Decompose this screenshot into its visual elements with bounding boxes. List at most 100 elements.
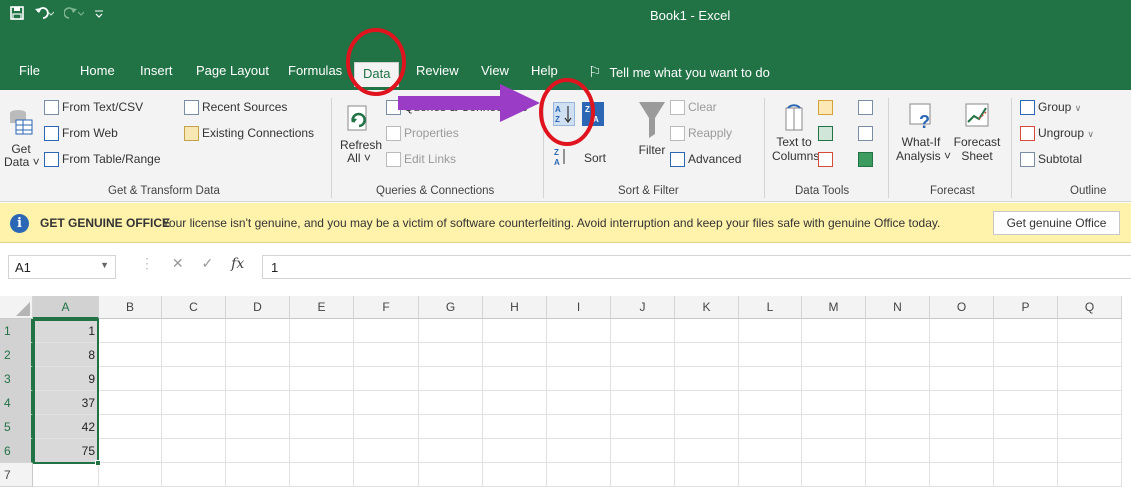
cell[interactable] [226,463,290,487]
cell[interactable] [226,343,290,367]
what-if-analysis-button[interactable]: ? What-If Analysis ˅ [896,100,951,163]
sort-z-to-a-button[interactable]: ZA [582,102,604,126]
chevron-down-icon[interactable]: ▼ [100,260,109,270]
cell[interactable] [739,439,802,463]
cell[interactable] [162,439,226,463]
clear-button[interactable]: Clear [670,100,717,116]
cell[interactable] [739,319,802,343]
ungroup-button[interactable]: Ungroup ∨ [1020,126,1094,142]
cell[interactable] [930,415,994,439]
row-header[interactable]: 3 [0,367,33,391]
cell[interactable] [802,319,866,343]
cell[interactable] [99,415,162,439]
cell[interactable] [739,463,802,487]
cell[interactable] [99,463,162,487]
cell[interactable] [226,391,290,415]
cell[interactable] [419,415,483,439]
cell[interactable] [675,367,739,391]
row-header[interactable]: 5 [0,415,33,439]
tell-me-search[interactable]: ⚐ Tell me what you want to do [588,63,770,81]
cell-a-value[interactable]: 8 [33,343,99,367]
row-header[interactable]: 2 [0,343,33,367]
cell[interactable] [162,415,226,439]
tab-data[interactable]: Data [354,62,400,87]
cell[interactable] [547,439,611,463]
cell[interactable] [994,367,1058,391]
cell[interactable] [675,463,739,487]
existing-connections-button[interactable]: Existing Connections [184,126,314,142]
cell[interactable] [290,343,354,367]
cell[interactable] [675,319,739,343]
data-validation-button[interactable] [818,152,836,168]
cell[interactable] [162,391,226,415]
cell[interactable] [866,439,930,463]
sort-a-to-z-button[interactable]: AZ [553,102,575,126]
cell[interactable] [1058,391,1122,415]
save-icon[interactable] [10,6,24,24]
column-header-a[interactable]: A [33,296,99,319]
cell[interactable] [99,319,162,343]
from-text-csv-button[interactable]: From Text/CSV [44,100,143,116]
cell-a-value[interactable]: 9 [33,367,99,391]
cancel-icon[interactable]: ✕ [172,255,184,271]
column-header-q[interactable]: Q [1058,296,1122,319]
from-web-button[interactable]: From Web [44,126,118,142]
cell[interactable] [483,415,547,439]
tab-insert[interactable]: Insert [140,63,173,78]
cell[interactable] [483,367,547,391]
cell[interactable] [354,319,419,343]
cell[interactable] [354,463,419,487]
cell[interactable] [994,319,1058,343]
cell[interactable] [675,343,739,367]
column-header-h[interactable]: H [483,296,547,319]
cell[interactable] [611,439,675,463]
cell[interactable] [290,415,354,439]
cell[interactable] [483,463,547,487]
cell[interactable] [802,343,866,367]
cell[interactable] [354,391,419,415]
cell[interactable] [994,343,1058,367]
cell[interactable] [1058,463,1122,487]
tab-review[interactable]: Review [416,63,459,78]
cell[interactable] [994,391,1058,415]
group-button[interactable]: Group ∨ [1020,100,1081,116]
cell[interactable] [483,439,547,463]
edit-links-button[interactable]: Edit Links [386,152,456,168]
filter-button[interactable]: Filter [634,100,670,157]
cell[interactable] [226,439,290,463]
cell[interactable] [547,343,611,367]
cell[interactable] [290,391,354,415]
cell[interactable] [1058,343,1122,367]
row-header[interactable]: 4 [0,391,33,415]
tab-help[interactable]: Help [531,63,558,78]
tab-page-layout[interactable]: Page Layout [196,63,269,78]
tab-file[interactable]: File [19,63,40,78]
flash-fill-button[interactable] [818,100,836,116]
column-header-b[interactable]: B [99,296,162,319]
cell[interactable] [226,367,290,391]
cell[interactable] [611,367,675,391]
cell[interactable] [162,319,226,343]
cell[interactable] [419,463,483,487]
recent-sources-button[interactable]: Recent Sources [184,100,287,116]
cell[interactable] [99,367,162,391]
cell[interactable] [483,319,547,343]
column-header-i[interactable]: I [547,296,611,319]
cell[interactable] [866,415,930,439]
cell[interactable] [930,463,994,487]
cell[interactable] [802,415,866,439]
cell[interactable] [994,415,1058,439]
cell[interactable] [419,367,483,391]
remove-duplicates-button[interactable] [818,126,836,142]
cell[interactable] [419,343,483,367]
cell[interactable] [675,415,739,439]
cell[interactable] [547,415,611,439]
cell[interactable] [739,391,802,415]
cell[interactable] [611,415,675,439]
cell[interactable] [866,319,930,343]
from-table-range-button[interactable]: From Table/Range [44,152,161,168]
column-header-d[interactable]: D [226,296,290,319]
cell[interactable] [1058,439,1122,463]
cell[interactable] [866,463,930,487]
cell[interactable] [802,439,866,463]
